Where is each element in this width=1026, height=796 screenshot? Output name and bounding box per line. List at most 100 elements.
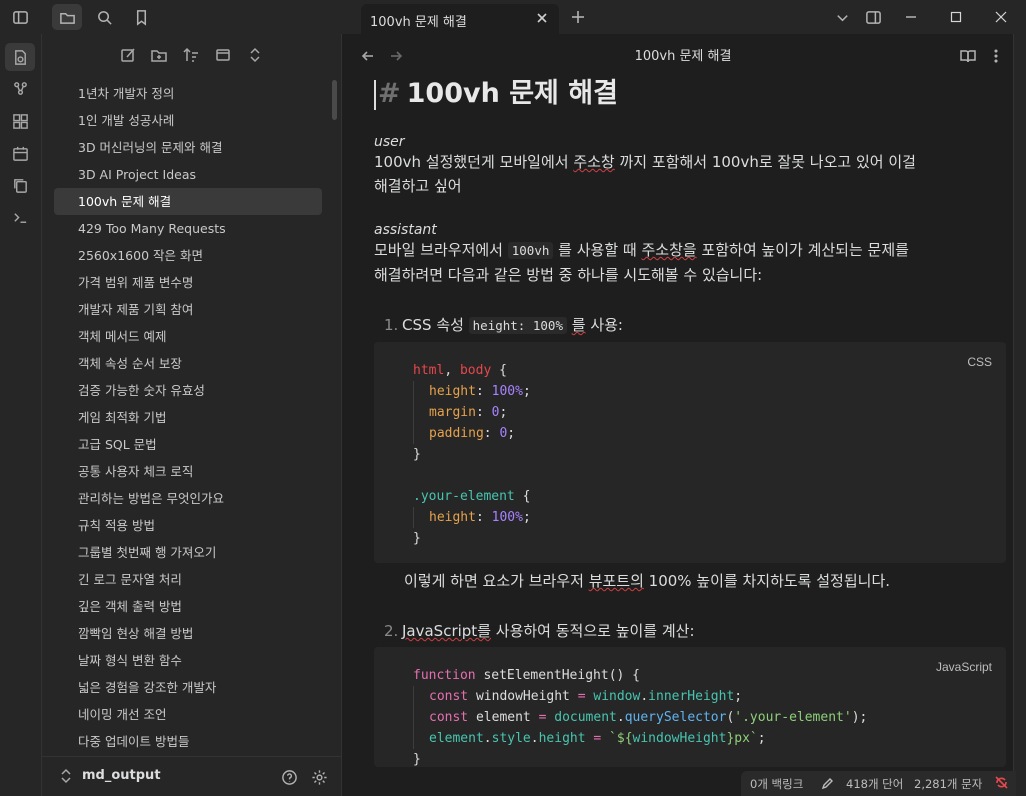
- terminal-icon[interactable]: [5, 203, 35, 231]
- code-line: const windowHeight = window.innerHeight;: [413, 686, 1006, 707]
- code-line: .your-element {: [413, 489, 531, 504]
- files-icon[interactable]: [5, 43, 35, 71]
- file-item-active[interactable]: 100vh 문제 해결: [54, 188, 322, 215]
- heading-hash: #: [378, 78, 401, 109]
- file-item[interactable]: 3D AI Project Ideas: [54, 161, 322, 188]
- sync-off-icon[interactable]: [994, 775, 1009, 793]
- file-item[interactable]: 429 Too Many Requests: [54, 215, 322, 242]
- canvas-icon[interactable]: [5, 107, 35, 135]
- code-line: height: 100%;: [413, 507, 1006, 528]
- tab-title: 100vh 문제 해결: [370, 15, 467, 30]
- code-line: html, body {: [413, 363, 507, 378]
- text-run: 사용하여 동적으로 높이를 계산:: [491, 622, 695, 640]
- text-run: 모바일 브라우저에서: [374, 241, 508, 259]
- note-content[interactable]: #100vh 문제 해결 user 100vh 설정했던게 모바일에서 주소창 …: [374, 74, 1006, 767]
- assistant-role-label: assistant: [374, 222, 437, 238]
- inline-code: 100vh: [507, 242, 554, 259]
- file-item[interactable]: 게임 최적화 기법: [54, 404, 322, 431]
- file-item[interactable]: 그룹별 첫번째 행 가져오기: [54, 539, 322, 566]
- user-role-label: user: [374, 134, 405, 150]
- misspelled-word: 주소창: [573, 153, 615, 171]
- new-note-icon[interactable]: [115, 42, 141, 68]
- sidebar-toggle-icon[interactable]: [5, 4, 35, 30]
- reading-view-book-icon[interactable]: [957, 45, 979, 67]
- file-item[interactable]: 1년차 개발자 정의: [54, 80, 322, 107]
- file-item[interactable]: 객체 속성 순서 보장: [54, 350, 322, 377]
- file-item[interactable]: 공통 사용자 체크 로직: [54, 458, 322, 485]
- code-line: element.style.height = `${windowHeight}p…: [413, 728, 1006, 749]
- expand-chevrons-icon[interactable]: [242, 42, 268, 68]
- ribbon: [0, 34, 42, 796]
- file-item[interactable]: 넓은 경험을 강조한 개발자: [54, 674, 322, 701]
- note-header-title[interactable]: 100vh 문제 해결: [343, 45, 1023, 64]
- file-item[interactable]: 관리하는 방법은 무엇인가요: [54, 485, 322, 512]
- list-item-1: 1. CSS 속성 height: 100% 를 사용:: [374, 313, 1004, 338]
- text-run: 해결하고 싶어: [374, 177, 462, 195]
- copy-icon[interactable]: [5, 171, 35, 199]
- list-item-2: 2. JavaScript를 사용하여 동적으로 높이를 계산:: [374, 619, 1004, 643]
- user-message: 100vh 설정했던게 모바일에서 주소창 까지 포함해서 100vh로 잘못 …: [374, 150, 1004, 198]
- file-item[interactable]: 1인 개발 성공사례: [54, 107, 322, 134]
- search-icon[interactable]: [89, 4, 119, 30]
- char-count: 2,281개 문자: [914, 777, 983, 791]
- pencil-edit-icon[interactable]: [821, 777, 834, 793]
- file-item[interactable]: 가격 범위 제품 변수명: [54, 269, 322, 296]
- file-item[interactable]: 검증 가능한 숫자 유효성: [54, 377, 322, 404]
- sidebar-scrollbar[interactable]: [332, 80, 337, 120]
- file-item[interactable]: 깊은 객체 출력 방법: [54, 593, 322, 620]
- bookmark-icon[interactable]: [126, 4, 156, 30]
- file-item[interactable]: 개발자 제품 기획 참여: [54, 296, 322, 323]
- backlinks-count[interactable]: 0개 백링크: [750, 776, 803, 792]
- file-item[interactable]: 규칙 적용 방법: [54, 512, 322, 539]
- new-folder-icon[interactable]: [146, 42, 172, 68]
- window-close-icon[interactable]: [978, 0, 1024, 34]
- misspelled-word: JavaScript를: [402, 622, 491, 640]
- folder-icon[interactable]: [52, 4, 82, 30]
- file-item[interactable]: 2560x1600 작은 화면: [54, 242, 322, 269]
- code-language-label: JavaScript: [935, 660, 992, 674]
- right-sidebar-collapsed: [1013, 34, 1026, 796]
- calendar-icon[interactable]: [5, 139, 35, 167]
- file-item[interactable]: 날짜 형식 변환 함수: [54, 647, 322, 674]
- file-item[interactable]: 객체 메서드 예제: [54, 323, 322, 350]
- javascript-code-block[interactable]: JavaScript function setElementHeight() {…: [374, 647, 1006, 767]
- word-count: 418개 단어: [846, 777, 904, 791]
- chevron-down-icon[interactable]: [827, 4, 857, 30]
- code-line: }: [413, 752, 421, 767]
- settings-gear-icon[interactable]: [308, 766, 330, 788]
- file-item[interactable]: 긴 로그 문자열 처리: [54, 566, 322, 593]
- tab-active-note[interactable]: 100vh 문제 해결: [361, 4, 559, 34]
- right-sidebar-toggle-icon[interactable]: [858, 4, 888, 30]
- code-language-label: CSS: [967, 355, 992, 369]
- maximize-icon[interactable]: [933, 0, 979, 34]
- vault-name[interactable]: md_output: [82, 768, 161, 783]
- close-icon[interactable]: [533, 9, 551, 27]
- vault-switch-chevron-icon[interactable]: [60, 768, 74, 786]
- css-code-block[interactable]: CSS html, body { height: 100%; margin: 0…: [374, 342, 1006, 563]
- editor-pane: 100vh 문제 해결 #100vh 문제 해결 user 100vh 설정했던…: [343, 34, 1018, 796]
- file-item[interactable]: 깜빡임 현상 해결 방법: [54, 620, 322, 647]
- file-item[interactable]: 3D 머신러닝의 문제와 해결: [54, 134, 322, 161]
- collapse-all-icon[interactable]: [210, 42, 236, 68]
- text-run: 사용:: [585, 316, 623, 334]
- text-cursor: [374, 79, 376, 110]
- code-line: }: [413, 531, 421, 546]
- file-item[interactable]: 네이밍 개선 조언: [54, 701, 322, 728]
- file-item[interactable]: 고급 SQL 문법: [54, 431, 322, 458]
- text-run: 이렇게 하면 요소가 브라우저: [404, 572, 589, 590]
- assistant-message: 모바일 브라우저에서 100vh 를 사용할 때 주소창을 포함하여 높이가 계…: [374, 238, 1004, 287]
- code-line: padding: 0;: [413, 423, 1006, 444]
- new-tab-plus-icon[interactable]: [567, 6, 589, 28]
- more-options-icon[interactable]: [985, 45, 1007, 67]
- sort-icon[interactable]: [178, 42, 204, 68]
- graph-icon[interactable]: [5, 74, 35, 102]
- file-item[interactable]: 다중 업데이트 방법들: [54, 728, 322, 755]
- file-list: 1년차 개발자 정의 1인 개발 성공사례 3D 머신러닝의 문제와 해결 3D…: [54, 80, 322, 755]
- misspelled-word: 주소창을: [641, 241, 697, 259]
- code-line: margin: 0;: [413, 402, 1006, 423]
- misspelled-word: 를: [571, 316, 586, 334]
- minimize-icon[interactable]: [888, 0, 934, 34]
- help-icon[interactable]: [278, 766, 300, 788]
- status-bar: 0개 백링크 418개 단어 2,281개 문자: [741, 771, 1016, 796]
